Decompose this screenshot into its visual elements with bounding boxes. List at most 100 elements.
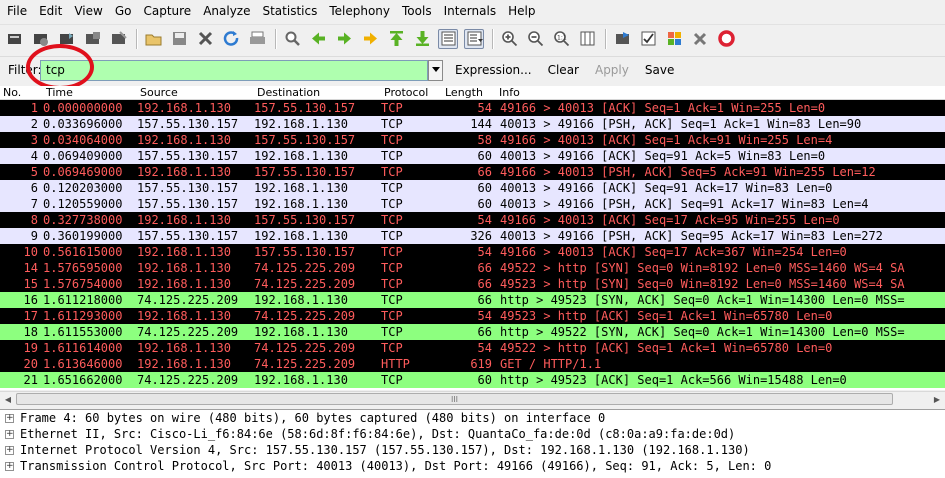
go-back-button[interactable] xyxy=(308,29,328,49)
zoom-normal-button[interactable]: 1:1 xyxy=(551,29,571,49)
scroll-right-icon[interactable]: ▶ xyxy=(930,393,944,405)
packet-row[interactable]: 4 0.069409000 157.55.130.157 192.168.1.130 T… xyxy=(0,148,945,164)
packet-row[interactable]: 16 1.611218000 74.125.225.209 192.168.1.130… xyxy=(0,292,945,308)
help-button[interactable] xyxy=(716,29,736,49)
packet-row[interactable]: 7 0.120559000 157.55.130.157 192.168.1.130 T… xyxy=(0,196,945,212)
go-forward-button[interactable] xyxy=(334,29,354,49)
packet-info-cell: 49166 > 40013 [ACK] Seq=17 Ack=95 Win=25… xyxy=(500,213,840,227)
go-last-button[interactable] xyxy=(412,29,432,49)
toolbar-separator xyxy=(275,28,276,49)
packet-no-cell: 8 xyxy=(30,213,38,227)
auto-scroll-button[interactable] xyxy=(464,28,484,49)
packet-no-cell: 14 xyxy=(23,261,38,275)
packet-dst-cell: 74.125.225.209 xyxy=(254,309,356,323)
packet-row[interactable]: 17 1.611293000 192.168.1.130 74.125.225.209… xyxy=(0,308,945,324)
stop-capture-button[interactable] xyxy=(82,29,102,49)
packet-row[interactable]: 19 1.611614000 192.168.1.130 74.125.225.209… xyxy=(0,340,945,356)
save-filter-button[interactable]: Save xyxy=(641,63,678,77)
horizontal-scrollbar[interactable]: ◀ III ▶ xyxy=(0,391,945,405)
main-toolbar: 1:1 xyxy=(0,24,945,52)
column-header-destination[interactable]: Destination xyxy=(254,86,320,100)
capture-options-button[interactable] xyxy=(30,29,50,49)
packet-list[interactable]: No. Time Source Destination Protocol Length In… xyxy=(0,86,945,390)
expand-plus-icon[interactable]: + xyxy=(5,414,14,423)
clear-button[interactable]: Clear xyxy=(544,63,583,77)
packet-row[interactable]: 2 0.033696000 157.55.130.157 192.168.1.130 T… xyxy=(0,116,945,132)
menu-view[interactable]: View xyxy=(70,0,106,22)
display-filters-button[interactable] xyxy=(638,29,658,49)
toolbar-separator xyxy=(605,28,606,49)
menu-capture[interactable]: Capture xyxy=(139,0,195,22)
packet-row[interactable]: 8 0.327738000 192.168.1.130 157.55.130.157 T… xyxy=(0,212,945,228)
column-header-protocol[interactable]: Protocol xyxy=(381,86,428,100)
scroll-thumb[interactable]: III xyxy=(16,393,893,405)
apply-button[interactable]: Apply xyxy=(591,63,633,77)
packet-len-cell: 60 xyxy=(477,373,492,387)
menu-edit[interactable]: Edit xyxy=(35,0,66,22)
expand-plus-icon[interactable]: + xyxy=(5,430,14,439)
detail-tree-label: Internet Protocol Version 4, Src: 157.55… xyxy=(20,443,750,457)
print-button[interactable] xyxy=(247,29,267,49)
go-first-button[interactable] xyxy=(386,29,406,49)
menu-help[interactable]: Help xyxy=(504,0,539,22)
packet-row[interactable]: 18 1.611553000 74.125.225.209 192.168.1.130… xyxy=(0,324,945,340)
packet-src-cell: 192.168.1.130 xyxy=(137,133,231,147)
preferences-button[interactable] xyxy=(690,29,710,49)
expand-plus-icon[interactable]: + xyxy=(5,462,14,471)
detail-tree-item[interactable]: + Ethernet II, Src: Cisco-Li_f6:84:6e (58… xyxy=(0,426,945,442)
menu-file[interactable]: File xyxy=(3,0,31,22)
zoom-out-button[interactable] xyxy=(525,29,545,49)
packet-dst-cell: 157.55.130.157 xyxy=(254,165,356,179)
close-file-button[interactable] xyxy=(195,29,215,49)
restart-capture-button[interactable] xyxy=(108,29,128,49)
menu-tools[interactable]: Tools xyxy=(398,0,436,22)
zoom-in-button[interactable] xyxy=(499,29,519,49)
detail-tree-item[interactable]: + Transmission Control Protocol, Src Port… xyxy=(0,458,945,474)
coloring-rules-button[interactable] xyxy=(664,29,684,49)
column-header-length[interactable]: Length xyxy=(442,86,483,100)
go-to-packet-button[interactable] xyxy=(360,29,380,49)
packet-row[interactable]: 15 1.576754000 192.168.1.130 74.125.225.209… xyxy=(0,276,945,292)
detail-tree-item[interactable]: + Internet Protocol Version 4, Src: 157.5… xyxy=(0,442,945,458)
packet-row[interactable]: 3 0.034064000 192.168.1.130 157.55.130.157 T… xyxy=(0,132,945,148)
open-file-button[interactable] xyxy=(143,29,163,49)
detail-tree-label: Frame 4: 60 bytes on wire (480 bits), 60… xyxy=(20,411,606,425)
column-header-source[interactable]: Source xyxy=(137,86,178,100)
resize-columns-button[interactable] xyxy=(577,29,597,49)
packet-row[interactable]: 14 1.576595000 192.168.1.130 74.125.225.209… xyxy=(0,260,945,276)
start-capture-button[interactable] xyxy=(56,29,76,49)
packet-row[interactable]: 9 0.360199000 157.55.130.157 192.168.1.130 T… xyxy=(0,228,945,244)
detail-tree-item[interactable]: + Frame 4: 60 bytes on wire (480 bits), 6… xyxy=(0,410,945,426)
colorize-button[interactable] xyxy=(438,28,458,49)
packet-src-cell: 192.168.1.130 xyxy=(137,213,231,227)
expression-button[interactable]: Expression... xyxy=(451,63,536,77)
reload-button[interactable] xyxy=(221,29,241,49)
packet-no-cell: 20 xyxy=(23,357,38,371)
stop-capture-icon xyxy=(85,32,100,44)
packet-row[interactable]: 5 0.069469000 192.168.1.130 157.55.130.157 T… xyxy=(0,164,945,180)
packet-no-cell: 15 xyxy=(23,277,38,291)
filter-input[interactable]: tcp xyxy=(40,59,428,81)
packet-row[interactable]: 20 1.613646000 192.168.1.130 74.125.225.209… xyxy=(0,356,945,372)
interface-list-button[interactable] xyxy=(4,29,24,49)
packet-row[interactable]: 6 0.120203000 157.55.130.157 192.168.1.130 T… xyxy=(0,180,945,196)
column-header-time[interactable]: Time xyxy=(43,86,73,100)
scroll-left-icon[interactable]: ◀ xyxy=(1,393,15,405)
expand-plus-icon[interactable]: + xyxy=(5,446,14,455)
find-packet-button[interactable] xyxy=(282,29,302,49)
packet-row[interactable]: 1 0.000000000 192.168.1.130 157.55.130.157 T… xyxy=(0,100,945,116)
packet-row[interactable]: 10 0.561615000 192.168.1.130 157.55.130.157… xyxy=(0,244,945,260)
column-header-no[interactable]: No. xyxy=(0,86,21,100)
filter-history-dropdown[interactable] xyxy=(428,59,443,81)
menu-analyze[interactable]: Analyze xyxy=(199,0,254,22)
save-file-button[interactable] xyxy=(169,29,189,49)
column-header-info[interactable]: Info xyxy=(496,86,520,100)
menu-go[interactable]: Go xyxy=(111,0,136,22)
menu-statistics[interactable]: Statistics xyxy=(258,0,321,22)
print-icon xyxy=(249,31,265,44)
menu-internals[interactable]: Internals xyxy=(440,0,501,22)
capture-filters-button[interactable] xyxy=(612,29,632,49)
packet-row[interactable]: 21 1.651662000 74.125.225.209 192.168.1.130… xyxy=(0,372,945,388)
menu-telephony[interactable]: Telephony xyxy=(325,0,394,22)
packet-time-cell: 1.611293000 xyxy=(43,309,123,323)
